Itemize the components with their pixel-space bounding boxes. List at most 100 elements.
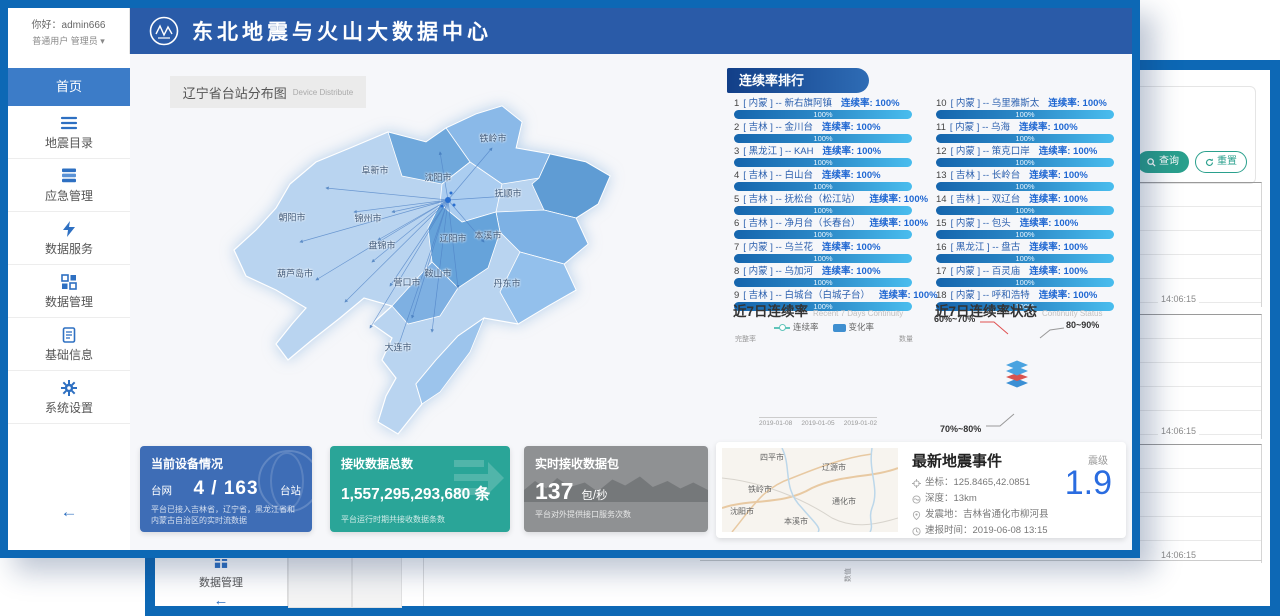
city-label: 大连市 <box>384 341 411 354</box>
ranking-item[interactable]: 4 [ 吉林 ] -- 白山台连续率: 100% 100% <box>734 170 912 191</box>
user-greeting: 你好：admin666 <box>8 16 129 31</box>
city-label: 铁岭市 <box>479 132 506 145</box>
city-label: 葫芦岛市 <box>277 267 313 280</box>
waveform-panel-bottom <box>815 562 1262 604</box>
event-info: 最新地震事件 坐标：125.8465,42.0851 深度：13km 发震地：吉… <box>912 450 1049 538</box>
tick-label: 2019-01-08 <box>759 420 792 427</box>
ranking-rate: 连续率: 100% <box>1029 242 1088 253</box>
magnitude-value: 1.9 <box>1065 464 1112 503</box>
ranking-rank: 1 <box>734 98 739 109</box>
ranking-item[interactable]: 17[ 内蒙 ] -- 百灵庙连续率: 100% 100% <box>936 266 1114 287</box>
legend-line-series[interactable]: 连续率 <box>774 321 819 333</box>
device-status-card: 当前设备情况 台网 4 / 163 台站 平台已接入吉林省，辽宁省，黑龙江省和内… <box>140 446 312 532</box>
app-header: 你好：admin666 普通用户 管理员 ▾ 东北地震与火山大数据中心 <box>8 8 1132 54</box>
ranking-item[interactable]: 3[ 黑龙江 ] -- KAH连续率: 100% 100% <box>734 146 912 167</box>
ranking-station: [ 内蒙 ] -- 乌里雅斯太 <box>951 98 1040 109</box>
city-label: 锦州市 <box>354 212 381 225</box>
ranking-rank: 4 <box>734 170 739 181</box>
received-total-card: 接收数据总数 1,557,295,293,680 条 平台运行时期共接收数据条数 <box>330 446 510 532</box>
user-block: 你好：admin666 普通用户 管理员 ▾ <box>8 8 130 54</box>
sidebar-item-data-management[interactable]: 数据管理 <box>8 265 130 318</box>
sidebar-item-catalog[interactable]: 地震目录 <box>8 106 130 159</box>
user-role-dropdown[interactable]: 普通用户 管理员 ▾ <box>8 34 129 47</box>
reset-button[interactable]: 重置 <box>1195 151 1247 173</box>
ranking-station: [ 吉林 ] -- 金川台 <box>743 122 813 133</box>
province-map[interactable]: 铁岭市 阜新市 沈阳市 抚顺市 朝阳市 锦州市 辽阳市 本溪市 盘锦市 葫芦岛市… <box>140 92 720 448</box>
ranking-station: [ 内蒙 ] -- 乌兰花 <box>743 242 813 253</box>
table-column <box>352 556 402 608</box>
ranking-progress-bar: 100% <box>936 278 1114 287</box>
chart-legend: 连续率 变化率 <box>733 320 915 334</box>
ranking-item[interactable]: 2[ 吉林 ] -- 金川台连续率: 100% 100% <box>734 122 912 143</box>
sidebar-item-emergency[interactable]: 应急管理 <box>8 159 130 212</box>
ranking-item[interactable]: 5[ 吉林 ] -- 抚松台（松江站）连续率: 100% 100% <box>734 194 912 215</box>
collapse-arrow-icon[interactable]: ← <box>155 592 287 609</box>
query-button-label: 查询 <box>1159 152 1179 172</box>
ranking-station: [ 吉林 ] -- 双辽台 <box>951 194 1021 205</box>
ranking-item[interactable]: 16 [ 黑龙江 ] -- 盘古连续率: 100% 100% <box>936 242 1114 263</box>
ranking-rank: 17 <box>936 266 947 277</box>
bar-marker-icon <box>833 324 846 332</box>
city-label: 营口市 <box>393 276 420 289</box>
leader-line <box>980 318 1014 338</box>
collapse-arrow-icon[interactable]: ← <box>8 502 130 522</box>
latest-event-card: 四平市 辽源市 铁岭市 沈阳市 通化市 本溪市 最新地震事件 坐标：125.84… <box>716 442 1126 538</box>
sidebar-item-data-management[interactable]: 数据管理 <box>155 574 287 590</box>
ranking-column-1: 1[ 内蒙 ] -- 新右旗阿镇连续率: 100% 100% 2[ 吉林 ] -… <box>734 98 912 314</box>
ranking-rate: 连续率: 100% <box>823 146 882 157</box>
legend-bar-series[interactable]: 变化率 <box>833 321 875 333</box>
ranking-rate: 连续率: 100% <box>822 266 881 277</box>
bar-chart-plot <box>759 344 877 418</box>
menu-icon <box>60 116 78 130</box>
ranking-item[interactable]: 14[ 吉林 ] -- 双辽台连续率: 100% 100% <box>936 194 1114 215</box>
sidebar-item-home[interactable]: 首页 <box>8 68 130 106</box>
ranking-item[interactable]: 8[ 内蒙 ] -- 乌加河连续率: 100% 100% <box>734 266 912 287</box>
waveform-chart <box>815 562 1270 604</box>
thumb-city-label: 铁岭市 <box>748 484 772 495</box>
ranking-rate: 连续率: 100% <box>822 170 881 181</box>
ranking-progress-bar: 100% <box>734 110 912 119</box>
city-label: 鞍山市 <box>424 267 451 280</box>
city-label: 沈阳市 <box>424 171 451 184</box>
ranking-column-2: 10[ 内蒙 ] -- 乌里雅斯太连续率: 100% 100% 11[ 内蒙 ]… <box>936 98 1114 314</box>
continuity-chart: 连续率 变化率 完整率 数量 2019-01-08 2019-01-05 201… <box>733 320 915 448</box>
sidebar-item-basic-info[interactable]: 基础信息 <box>8 318 130 371</box>
ranking-item[interactable]: 11[ 内蒙 ] -- 乌海连续率: 100% 100% <box>936 122 1114 143</box>
device-count: 4 / 163 <box>193 478 258 500</box>
ranking-rate: 连续率: 100% <box>1048 98 1107 109</box>
query-button[interactable]: 查询 <box>1137 151 1189 173</box>
ranking-item[interactable]: 13[ 吉林 ] -- 长岭台连续率: 100% 100% <box>936 170 1114 191</box>
ranking-item[interactable]: 6[ 吉林 ] -- 净月台（长春台）连续率: 100% 100% <box>734 218 912 239</box>
sidebar-item-data-service[interactable]: 数据服务 <box>8 212 130 265</box>
location-icon <box>912 511 921 520</box>
layers-stack-icon <box>1006 361 1028 388</box>
ranking-progress-bar: 100% <box>734 182 912 191</box>
ranking-progress-bar: 100% <box>734 254 912 263</box>
sidebar-item-settings[interactable]: 系统设置 <box>8 371 130 424</box>
ranking-title-banner: 连续率排行 <box>727 68 869 93</box>
packets-value: 137 <box>535 478 573 505</box>
tick-label: 2019-01-02 <box>844 420 877 427</box>
ranking-progress-bar: 100% <box>936 254 1114 263</box>
ranking-progress-bar: 100% <box>936 158 1114 167</box>
ranking-item[interactable]: 10[ 内蒙 ] -- 乌里雅斯太连续率: 100% 100% <box>936 98 1114 119</box>
ranking-station: [ 黑龙江 ] -- 盘古 <box>951 242 1021 253</box>
leader-line <box>986 410 1020 428</box>
depth-icon <box>912 495 921 504</box>
ranking-rate: 连续率: 100% <box>869 194 928 205</box>
city-label: 本溪市 <box>474 229 501 242</box>
ranking-progress-bar: 100% <box>936 206 1114 215</box>
ranking-item[interactable]: 12[ 内蒙 ] -- 策克口岸连续率: 100% 100% <box>936 146 1114 167</box>
ranking-item[interactable]: 1[ 内蒙 ] -- 新右旗阿镇连续率: 100% 100% <box>734 98 912 119</box>
realtime-packets-card: 实时接收数据包 137 包/秒 平台对外提供接口服务次数 <box>524 446 708 532</box>
ranking-rank: 16 <box>936 242 947 253</box>
refresh-icon <box>1205 158 1214 167</box>
ranking-item[interactable]: 15[ 内蒙 ] -- 包头连续率: 100% 100% <box>936 218 1114 239</box>
ranking-station: [ 吉林 ] -- 长岭台 <box>951 170 1021 181</box>
ranking-station: [ 内蒙 ] -- 策克口岸 <box>951 146 1030 157</box>
ranking-rank: 14 <box>936 194 947 205</box>
ranking-station: [ 吉林 ] -- 白山台 <box>743 170 813 181</box>
donut-label: 60%~70% <box>934 314 975 324</box>
ranking-item[interactable]: 7[ 内蒙 ] -- 乌兰花连续率: 100% 100% <box>734 242 912 263</box>
city-label: 抚顺市 <box>494 187 521 200</box>
